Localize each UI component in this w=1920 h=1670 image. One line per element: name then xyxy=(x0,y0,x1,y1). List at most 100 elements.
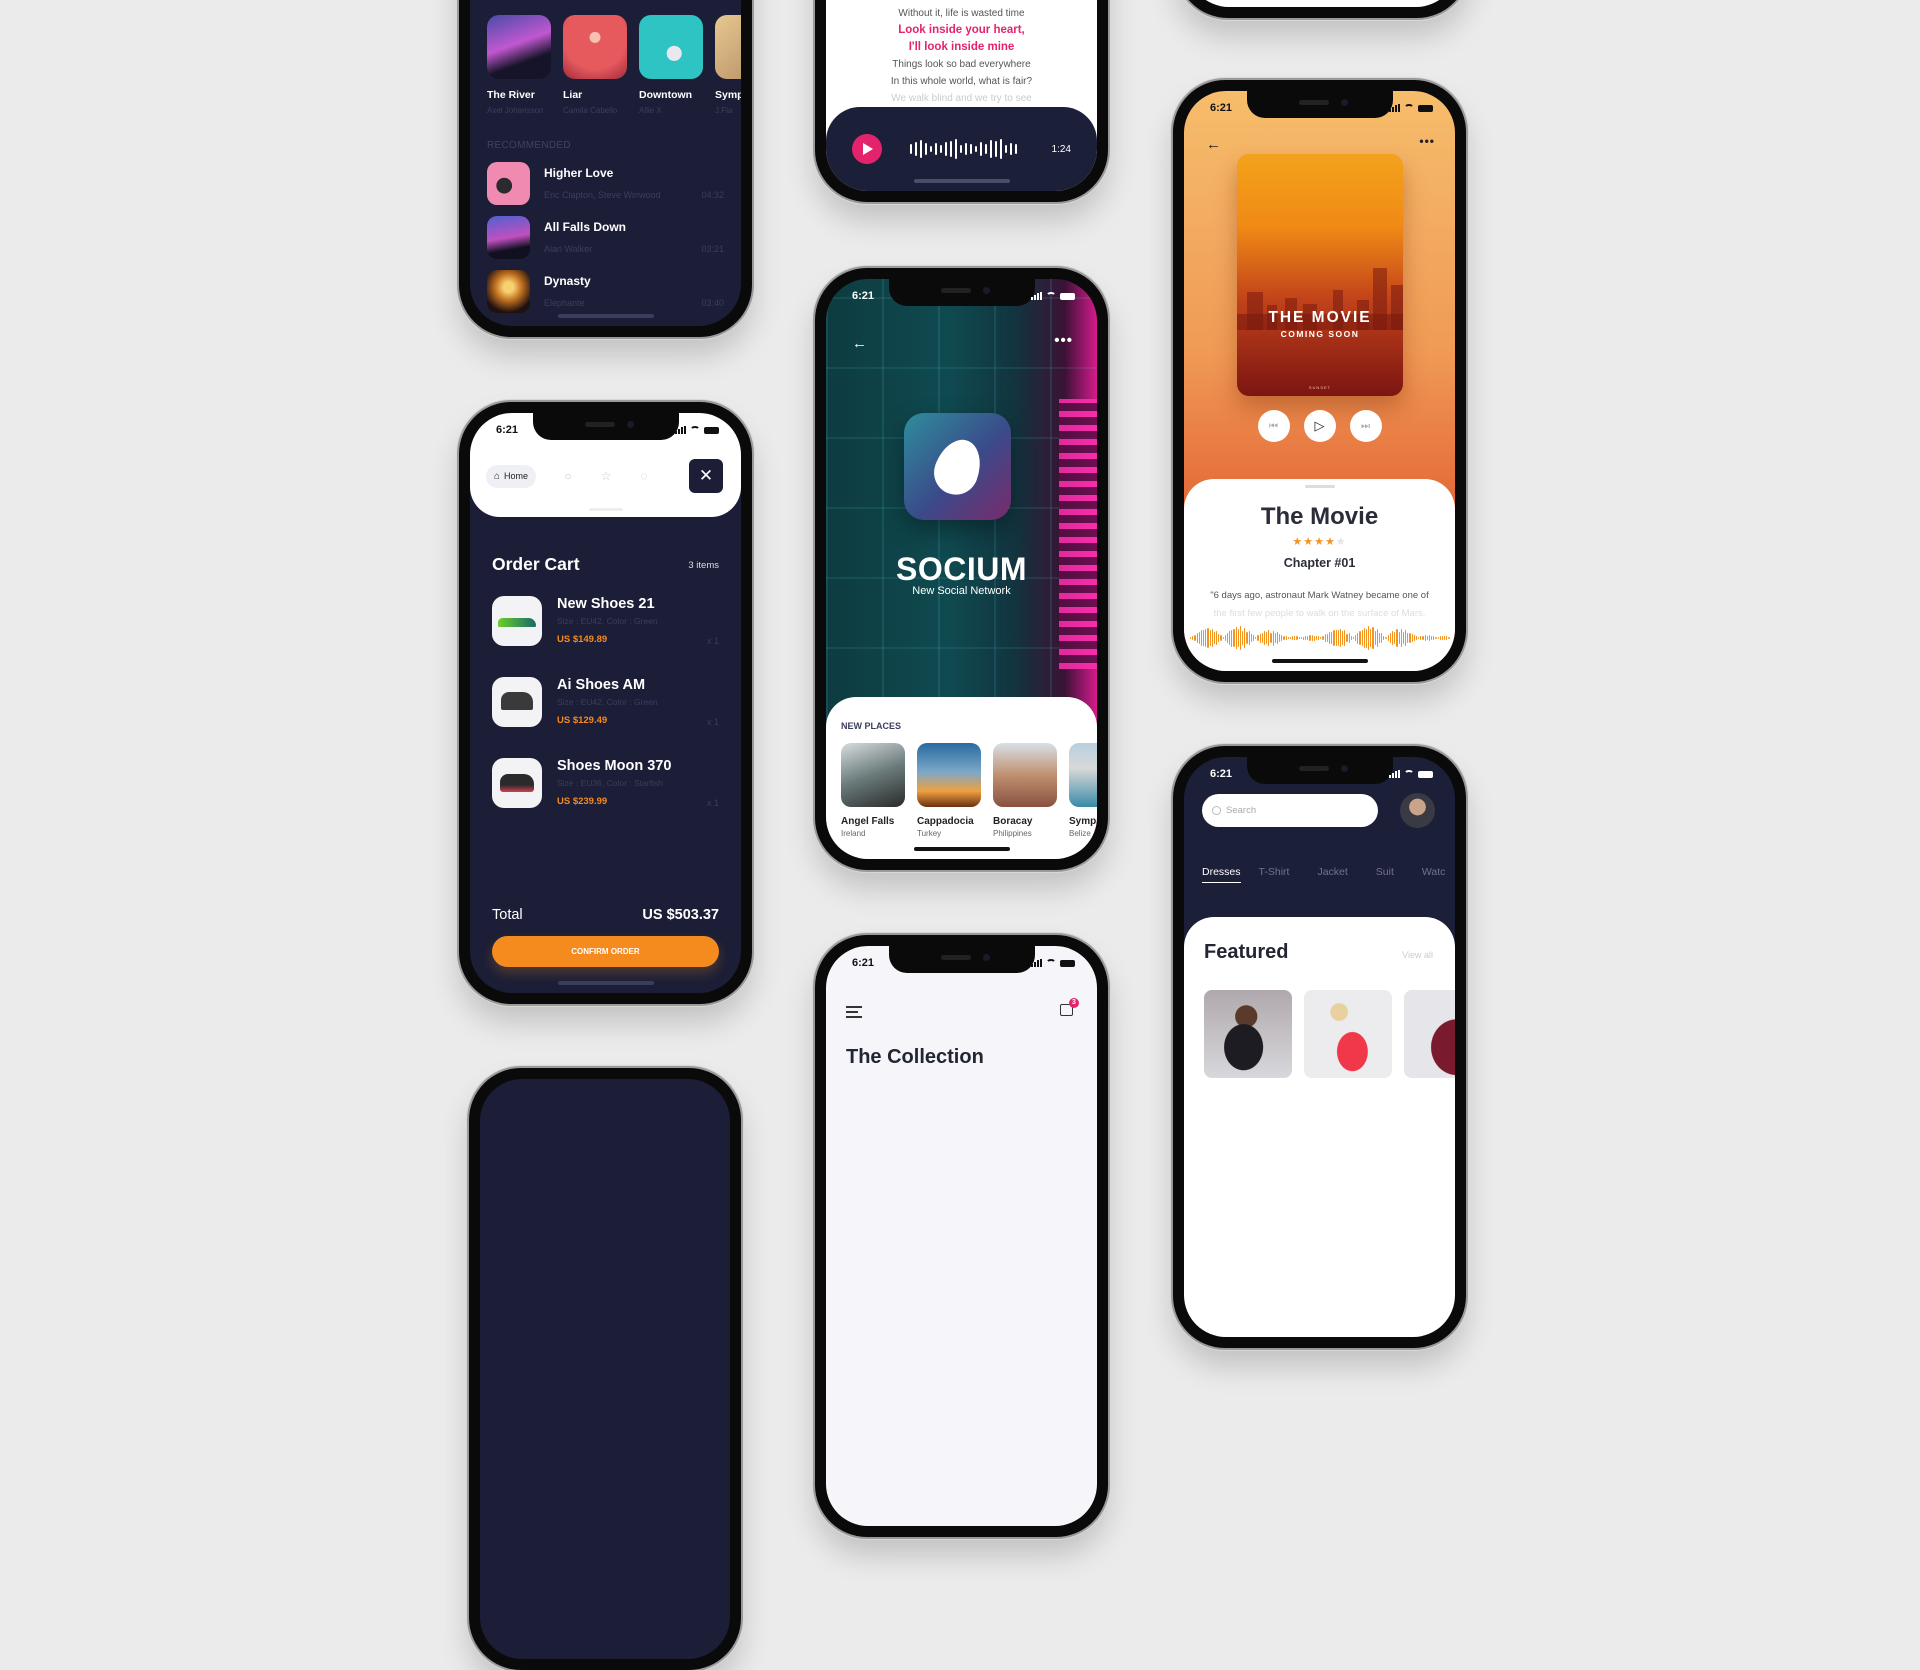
waveform-bar xyxy=(1435,636,1437,640)
waveform-bar xyxy=(1444,636,1446,640)
waveform-bar xyxy=(1418,636,1420,640)
album-artist: Allie X xyxy=(639,106,662,115)
album-artist: J.Fla xyxy=(715,106,733,115)
waveform-bar xyxy=(1437,636,1439,640)
featured-panel: Featured View all xyxy=(1184,917,1455,1337)
album-art xyxy=(487,15,551,79)
featured-product-image[interactable] xyxy=(1404,990,1455,1078)
search-placeholder: Search xyxy=(1226,805,1257,816)
play-icon: ▷ xyxy=(1314,418,1325,433)
play-button[interactable] xyxy=(852,134,882,164)
movie-poster[interactable]: THE MOVIE COMING SOON SUNSET xyxy=(1237,154,1403,396)
place-image xyxy=(841,743,905,807)
track-row[interactable]: Higher Love Eric Clapton, Steve Winwood 0… xyxy=(487,161,724,205)
waveform-bar xyxy=(1322,636,1324,640)
cart-item[interactable]: Ai Shoes AM Size : EU42, Color : Green US … xyxy=(492,677,719,729)
search-input[interactable]: Search xyxy=(1202,794,1378,827)
waveform-bar xyxy=(1235,626,1237,650)
waveform-bar xyxy=(1205,629,1207,647)
waveform-bar xyxy=(1231,629,1233,647)
audio-waveform[interactable] xyxy=(1190,624,1450,652)
next-button[interactable]: ⏭ xyxy=(1349,410,1382,442)
drag-handle[interactable] xyxy=(588,508,623,511)
more-options-icon[interactable]: ••• xyxy=(1054,332,1073,349)
product-qty[interactable]: x 1 xyxy=(707,636,719,646)
track-title: Higher Love xyxy=(544,166,614,180)
phone-movie-app: 6:21 ← ••• THE MOVIE COMING SOON SUNSET … xyxy=(1173,80,1466,682)
signal-icon xyxy=(1031,292,1042,300)
tab-dresses[interactable]: Dresses xyxy=(1202,866,1241,883)
cart-item[interactable]: New Shoes 21 Size : EU42, Color : Green US… xyxy=(492,596,719,648)
tab-jacket[interactable]: Jacket xyxy=(1317,866,1347,883)
poster-subtitle: COMING SOON xyxy=(1280,329,1360,339)
product-qty[interactable]: x 1 xyxy=(707,798,719,808)
track-row[interactable]: Dynasty Elephante 03:40 xyxy=(487,269,724,313)
track-row[interactable]: All Falls Down Alan Walker 03:21 xyxy=(487,215,724,259)
waveform-bar xyxy=(1389,633,1391,643)
waveform-bar xyxy=(1250,633,1252,643)
track-artist: Alan Walker xyxy=(544,244,593,254)
total-value: US $503.37 xyxy=(642,907,719,923)
waveform-bar xyxy=(1329,632,1331,644)
more-options-icon[interactable]: ••• xyxy=(1419,134,1435,148)
lyric-line: In this whole world, what is fair? xyxy=(890,76,1033,87)
tab-suit[interactable]: Suit xyxy=(1376,866,1394,883)
cart-item[interactable]: Shoes Moon 370 Size : EU36, Color : Starf… xyxy=(492,758,719,810)
album-card[interactable]: The River Axel Johansson xyxy=(487,15,551,115)
phone-fashion-app: 6:21 Search Dresses T-Shirt Jacket Suit … xyxy=(1173,746,1466,1348)
avatar[interactable] xyxy=(1400,793,1435,828)
waveform-bar xyxy=(1333,630,1335,646)
product-details: Size : EU42, Color : Green xyxy=(557,697,658,707)
drag-handle[interactable] xyxy=(1304,485,1335,488)
album-title: The River xyxy=(487,89,535,101)
album-card[interactable]: Symp J.Fla xyxy=(715,15,741,115)
album-card[interactable]: Liar Camila Cabello xyxy=(563,15,627,115)
waveform-bar xyxy=(1233,629,1235,647)
waveform-bar xyxy=(925,143,927,155)
previous-button[interactable]: ⏮ xyxy=(1257,410,1290,442)
place-image xyxy=(917,743,981,807)
play-button[interactable]: ▷ xyxy=(1303,410,1336,442)
waveform-bar xyxy=(945,142,947,156)
place-card[interactable]: Cappadocia Turkey xyxy=(917,743,981,838)
star-filled-icon: ★ xyxy=(1303,536,1315,548)
waveform-bar xyxy=(1387,634,1389,642)
nav-home-button[interactable]: ⌂ Home xyxy=(486,464,537,488)
back-arrow-icon[interactable]: ← xyxy=(852,335,867,352)
home-indicator xyxy=(913,847,1010,851)
product-image xyxy=(492,596,542,646)
wifi-icon xyxy=(1046,959,1056,967)
phone-partial-top-right xyxy=(1176,0,1469,18)
waveform-scrubber[interactable] xyxy=(910,139,1034,159)
waveform-bar xyxy=(1302,636,1305,640)
back-arrow-icon[interactable]: ← xyxy=(1206,136,1221,153)
featured-product-image[interactable] xyxy=(1304,990,1392,1078)
product-qty[interactable]: x 1 xyxy=(707,717,719,727)
star-icon[interactable]: ☆ xyxy=(600,470,612,482)
waveform-bar xyxy=(1405,630,1407,646)
page-title: Order Cart xyxy=(492,554,580,574)
waveform-bar xyxy=(995,141,997,157)
featured-product-image[interactable] xyxy=(1204,990,1292,1078)
waveform-bar xyxy=(950,141,952,157)
view-all-link[interactable]: View all xyxy=(1402,950,1433,960)
tab-t-shirt[interactable]: T-Shirt xyxy=(1259,866,1290,883)
search-icon[interactable]: ○ xyxy=(562,470,574,482)
place-card[interactable]: Angel Falls Ireland xyxy=(841,743,905,838)
waveform-bar xyxy=(1424,635,1426,641)
bell-icon[interactable]: ◌ xyxy=(638,470,650,482)
waveform-bar xyxy=(1226,633,1229,643)
album-card[interactable]: Downtown Allie X xyxy=(639,15,703,115)
star-filled-icon: ★ xyxy=(1292,536,1304,548)
menu-icon[interactable] xyxy=(846,1006,862,1021)
waveform-bar xyxy=(1222,636,1224,640)
place-card[interactable]: Symp Belize xyxy=(1069,743,1097,838)
confirm-order-button[interactable]: CONFIRM ORDER xyxy=(492,936,719,967)
movie-screen: 6:21 ← ••• THE MOVIE COMING SOON SUNSET … xyxy=(1184,91,1455,671)
waveform-bar xyxy=(1194,634,1196,642)
star-empty-icon: ★ xyxy=(1335,536,1347,548)
place-card[interactable]: Boracay Philippines xyxy=(993,743,1057,838)
waveform-bar xyxy=(940,145,942,153)
close-button[interactable]: ✕ xyxy=(689,459,723,493)
tab-watches[interactable]: Watc xyxy=(1422,866,1446,883)
